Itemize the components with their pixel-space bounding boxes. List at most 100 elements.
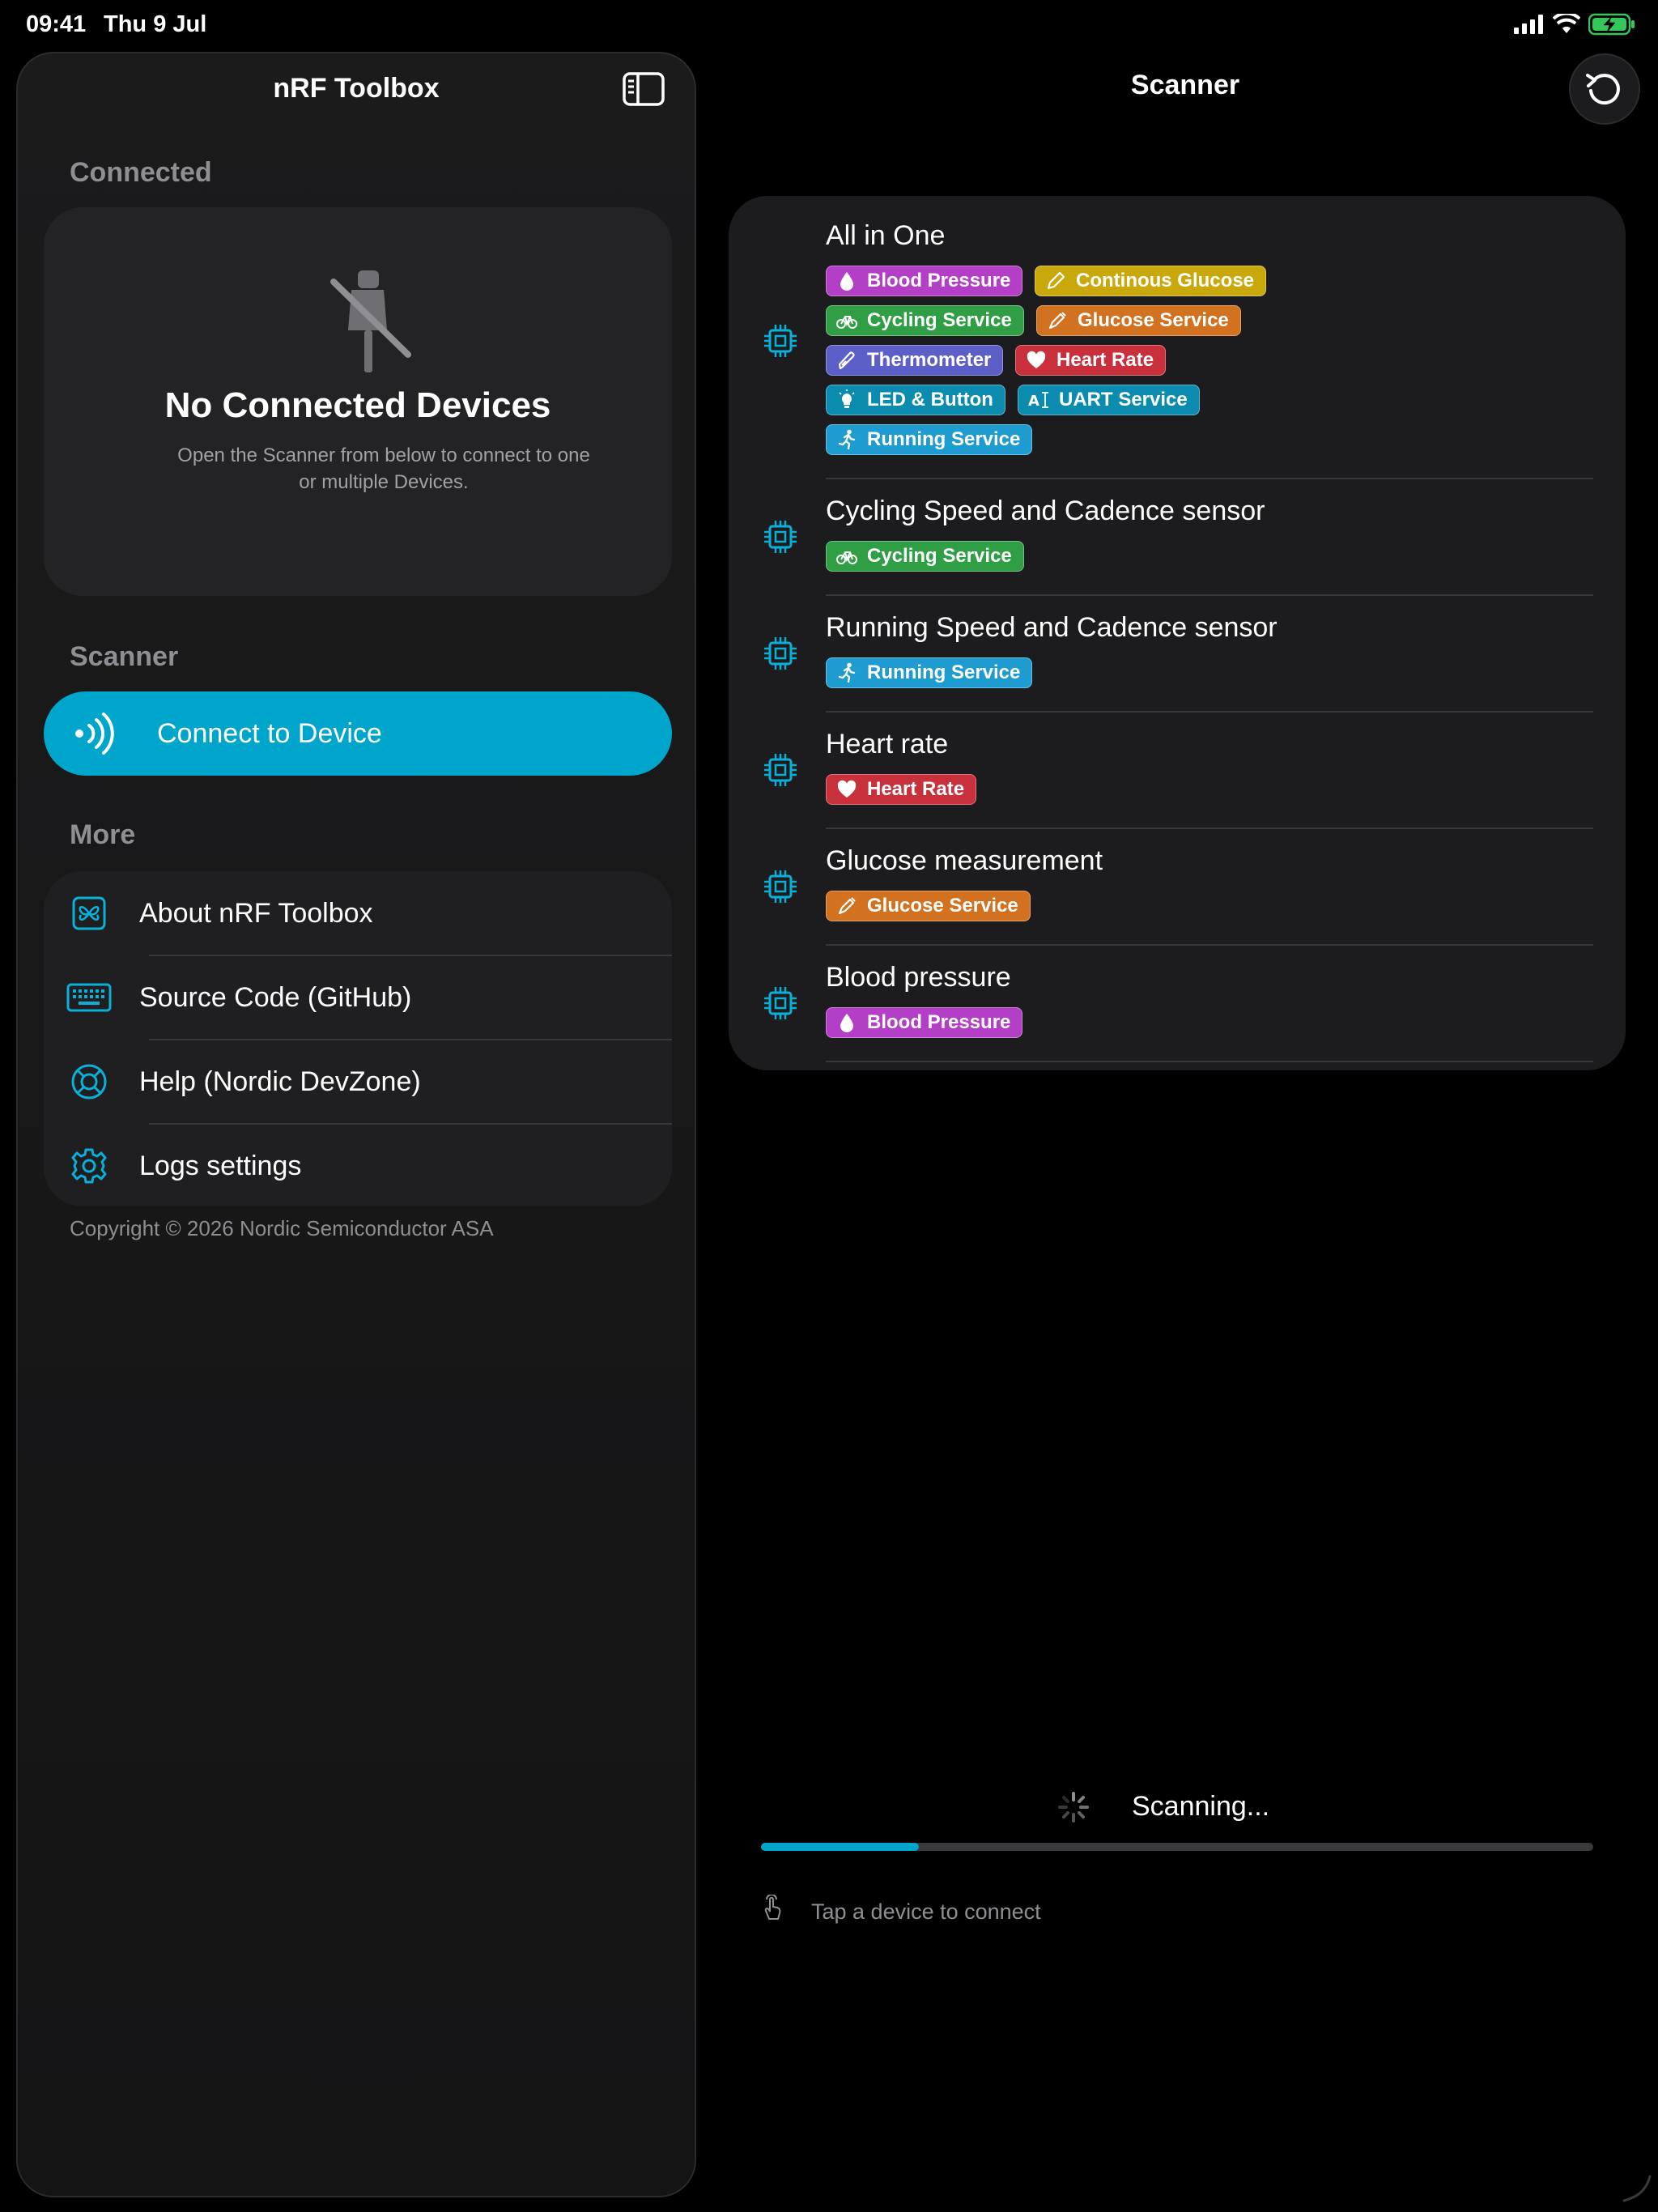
service-tag-led-button: LED & Button (826, 385, 1005, 415)
scan-progress-fill (761, 1843, 920, 1851)
device-chip-icon (763, 752, 798, 788)
service-tag-label: Cycling Service (867, 545, 1012, 567)
status-indicators (1514, 13, 1635, 36)
service-tag-thermometer: Thermometer (826, 345, 1004, 376)
broadcast-icon (75, 713, 114, 755)
text-cursor-icon: A (1028, 389, 1049, 410)
service-tag-label: Heart Rate (1056, 349, 1154, 371)
service-tag-uart-service: A UART Service (1018, 385, 1200, 415)
service-tag-label: Cycling Service (867, 309, 1012, 331)
service-tag-label: LED & Button (867, 389, 993, 410)
divider (826, 711, 1593, 713)
divider (826, 594, 1593, 596)
device-row-all-in-one[interactable]: All in One Blood Pressure Continous Glucos… (729, 220, 1626, 496)
resize-handle-icon[interactable] (1621, 2172, 1653, 2204)
scanner-section-label: Scanner (70, 641, 179, 672)
service-tag-label: Glucose Service (867, 895, 1018, 917)
service-tag-cycling-service: Cycling Service (826, 305, 1024, 336)
chip-icon (764, 521, 797, 553)
device-row-blood-pressure[interactable]: Blood pressure Blood Pressure (729, 962, 1626, 1070)
service-tag-glucose-service: Glucose Service (1036, 305, 1241, 336)
more-list: About nRF Toolbox Source Code (GitHub) H… (44, 871, 672, 1206)
device-chip-icon (763, 323, 798, 359)
connect-to-device-button[interactable]: Connect to Device (44, 691, 672, 776)
disconnected-sensor-icon (330, 270, 411, 372)
service-tag-glucose-service: Glucose Service (826, 891, 1031, 921)
device-name: Heart rate (826, 729, 949, 759)
heart-icon (1026, 350, 1047, 371)
svg-text:A: A (1028, 393, 1039, 410)
scanner-device-list: All in One Blood Pressure Continous Glucos… (729, 196, 1626, 1070)
service-tag-heart-rate: Heart Rate (1015, 345, 1167, 376)
more-item-label: Source Code (GitHub) (139, 981, 412, 1013)
chip-icon (764, 325, 797, 357)
bicycle-icon (836, 546, 857, 567)
service-tag-continous-glucose: Continous Glucose (1035, 266, 1267, 296)
chip-icon (764, 870, 797, 903)
copyright-text: Copyright © 2026 Nordic Semiconductor AS… (70, 1216, 494, 1240)
status-time: 09:41 (26, 11, 87, 37)
divider (826, 827, 1593, 829)
source-code-github-item[interactable]: Source Code (GitHub) (44, 955, 672, 1040)
chip-icon (764, 754, 797, 786)
refresh-button[interactable] (1569, 53, 1640, 125)
service-tag-running-service: Running Service (826, 424, 1033, 455)
device-chip-icon (763, 985, 798, 1021)
chip-icon (764, 987, 797, 1019)
sidebar-toggle-button[interactable] (622, 71, 665, 107)
nordic-logo-icon (66, 891, 112, 936)
device-name: All in One (826, 220, 946, 251)
bicycle-icon (836, 310, 857, 331)
scanner-title: Scanner (1130, 70, 1240, 100)
device-chip-icon (763, 519, 798, 555)
service-tag-label: Blood Pressure (867, 270, 1011, 291)
thermometer-icon (836, 350, 857, 371)
divider (826, 478, 1593, 479)
spinner-icon (1058, 1792, 1089, 1823)
device-row-glucose-measurement[interactable]: Glucose measurement Glucose Service (729, 845, 1626, 962)
tap-device-hint: Tap a device to connect (811, 1899, 1041, 1924)
sidebar-icon (623, 72, 665, 106)
service-tag-label: Continous Glucose (1076, 270, 1255, 291)
pencil-icon (1045, 270, 1066, 291)
status-bar: 09:41 Thu 9 Jul (0, 0, 1658, 52)
device-row-cycling-speed-and-cadence-sensor[interactable]: Cycling Speed and Cadence sensor Cycling … (729, 496, 1626, 612)
divider (826, 1061, 1593, 1062)
drop-icon (836, 1012, 857, 1033)
device-name: Glucose measurement (826, 845, 1103, 876)
sidebar-title: nRF Toolbox (273, 73, 440, 104)
running-icon (836, 429, 857, 450)
service-tag-running-service: Running Service (826, 657, 1033, 688)
service-tag-label: UART Service (1059, 389, 1188, 410)
tap-hand-icon (764, 1895, 781, 1920)
divider (826, 944, 1593, 946)
service-tag-label: Glucose Service (1078, 309, 1229, 331)
chip-icon (764, 637, 797, 670)
gear-icon (66, 1143, 112, 1189)
keyboard-icon (66, 975, 112, 1020)
scanning-label: Scanning... (1132, 1791, 1270, 1822)
heart-icon (836, 779, 857, 800)
service-tag-label: Running Service (867, 428, 1021, 450)
connected-section-label: Connected (70, 157, 212, 188)
more-item-label: Logs settings (139, 1150, 302, 1181)
more-item-label: About nRF Toolbox (139, 897, 373, 929)
service-tag-label: Blood Pressure (867, 1011, 1011, 1033)
sidebar: nRF Toolbox Connected No Connected Devic… (16, 52, 696, 2197)
more-section-label: More (70, 819, 136, 850)
no-devices-description: Open the Scanner from below to connect t… (177, 445, 590, 493)
syringe-icon (836, 895, 857, 917)
device-row-heart-rate[interactable]: Heart rate Heart Rate (729, 729, 1626, 845)
no-devices-card: No Connected Devices Open the Scanner fr… (44, 207, 672, 596)
cellular-signal-icon (1514, 15, 1543, 34)
lightbulb-icon (836, 389, 857, 410)
battery-charging-icon (1588, 13, 1635, 36)
service-tag-blood-pressure: Blood Pressure (826, 266, 1023, 296)
device-row-running-speed-and-cadence-sensor[interactable]: Running Speed and Cadence sensor Running … (729, 612, 1626, 729)
logs-settings-item[interactable]: Logs settings (44, 1124, 672, 1206)
service-tag-label: Running Service (867, 661, 1021, 683)
about-nrf-toolbox-item[interactable]: About nRF Toolbox (44, 871, 672, 955)
connect-to-device-label: Connect to Device (157, 717, 382, 749)
no-devices-title: No Connected Devices (164, 385, 551, 425)
help-nordic-devzone-item[interactable]: Help (Nordic DevZone) (44, 1040, 672, 1124)
